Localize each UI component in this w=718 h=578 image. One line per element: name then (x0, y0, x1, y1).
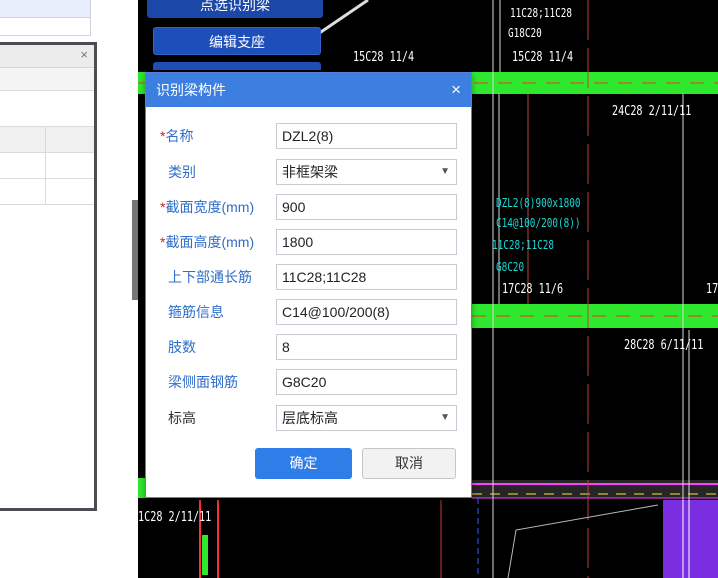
beam-annotation: 11C28;11C28 (492, 238, 554, 252)
table-row[interactable] (0, 0, 91, 18)
beam-bottom (472, 480, 718, 498)
rebar-annotation: 17C28 11/6 (502, 282, 564, 297)
beam-annotation: G8C20 (496, 260, 525, 274)
toolbar-button-edge (153, 62, 321, 70)
toolbar-row (0, 68, 94, 91)
elevation-select[interactable]: 层底标高 ▼ (276, 405, 457, 431)
rebar-annotation: 15C28 11/4 (353, 50, 415, 65)
field-label-legs: 肢数 (168, 339, 196, 355)
marker (202, 535, 208, 575)
rebar-annotation: 17 (706, 282, 718, 297)
height-input[interactable]: 1800 (276, 229, 457, 255)
ok-button[interactable]: 确定 (255, 448, 352, 479)
table-row[interactable] (0, 153, 94, 179)
close-icon[interactable]: × (80, 47, 88, 62)
field-label-through-bars: 上下部通长筋 (168, 269, 252, 285)
edit-support-button[interactable]: 编辑支座 (153, 27, 321, 55)
field-label-name: *名称 (160, 128, 194, 144)
table-row[interactable] (0, 18, 91, 36)
through-bars-input[interactable]: 11C28;11C28 (276, 264, 457, 290)
category-select[interactable]: 非框架梁 ▼ (276, 159, 457, 185)
section-block (663, 500, 718, 578)
beam-annotation: C14@100/200(8)) (496, 216, 581, 230)
table-header-row (0, 127, 94, 153)
rebar-annotation: 11C28;11C28 (510, 6, 572, 20)
field-label-category: 类别 (168, 164, 196, 180)
field-label-height: *截面高度(mm) (160, 234, 255, 250)
section-line (507, 504, 659, 578)
leader-line (317, 0, 369, 36)
field-label-side-bars: 梁侧面钢筋 (168, 374, 238, 390)
pick-beam-button[interactable]: 点选识别梁 (147, 0, 323, 18)
rebar-annotation: G18C20 (508, 26, 542, 40)
rebar-annotation: 24C28 2/11/11 (612, 104, 692, 119)
table-row[interactable] (0, 91, 94, 127)
table-divider (45, 127, 46, 204)
field-label-width: *截面宽度(mm) (160, 199, 255, 215)
width-input[interactable]: 900 (276, 194, 457, 220)
side-bars-input[interactable]: G8C20 (276, 369, 457, 395)
rebar-annotation: 1C28 2/11/11 (138, 510, 212, 525)
legs-input[interactable]: 8 (276, 334, 457, 360)
chevron-down-icon: ▼ (440, 412, 450, 423)
rebar-annotation: 15C28 11/4 (512, 50, 574, 65)
dialog-titlebar: 识别梁构件 × (146, 73, 471, 107)
name-input[interactable]: DZL2(8) (276, 123, 457, 149)
field-label-elevation: 标高 (168, 410, 196, 426)
left-panel: × (0, 0, 132, 578)
property-table (0, 0, 91, 36)
side-window-titlebar: × (0, 45, 94, 68)
stirrups-input[interactable]: C14@100/200(8) (276, 299, 457, 325)
beam-annotation: DZL2(8)900x1800 (496, 196, 581, 210)
cancel-button[interactable]: 取消 (362, 448, 456, 479)
rebar-annotation: 28C28 6/11/11 (624, 338, 704, 353)
identify-beam-dialog: 识别梁构件 × *名称 DZL2(8) 类别 非框架梁 ▼ *截面宽度(mm) 9… (145, 72, 472, 498)
side-window: × (0, 42, 97, 511)
dialog-title: 识别梁构件 (156, 82, 226, 98)
table-row[interactable] (0, 179, 94, 205)
close-icon[interactable]: × (451, 73, 461, 107)
field-label-stirrups: 箍筋信息 (168, 304, 224, 320)
chevron-down-icon: ▼ (440, 166, 450, 177)
